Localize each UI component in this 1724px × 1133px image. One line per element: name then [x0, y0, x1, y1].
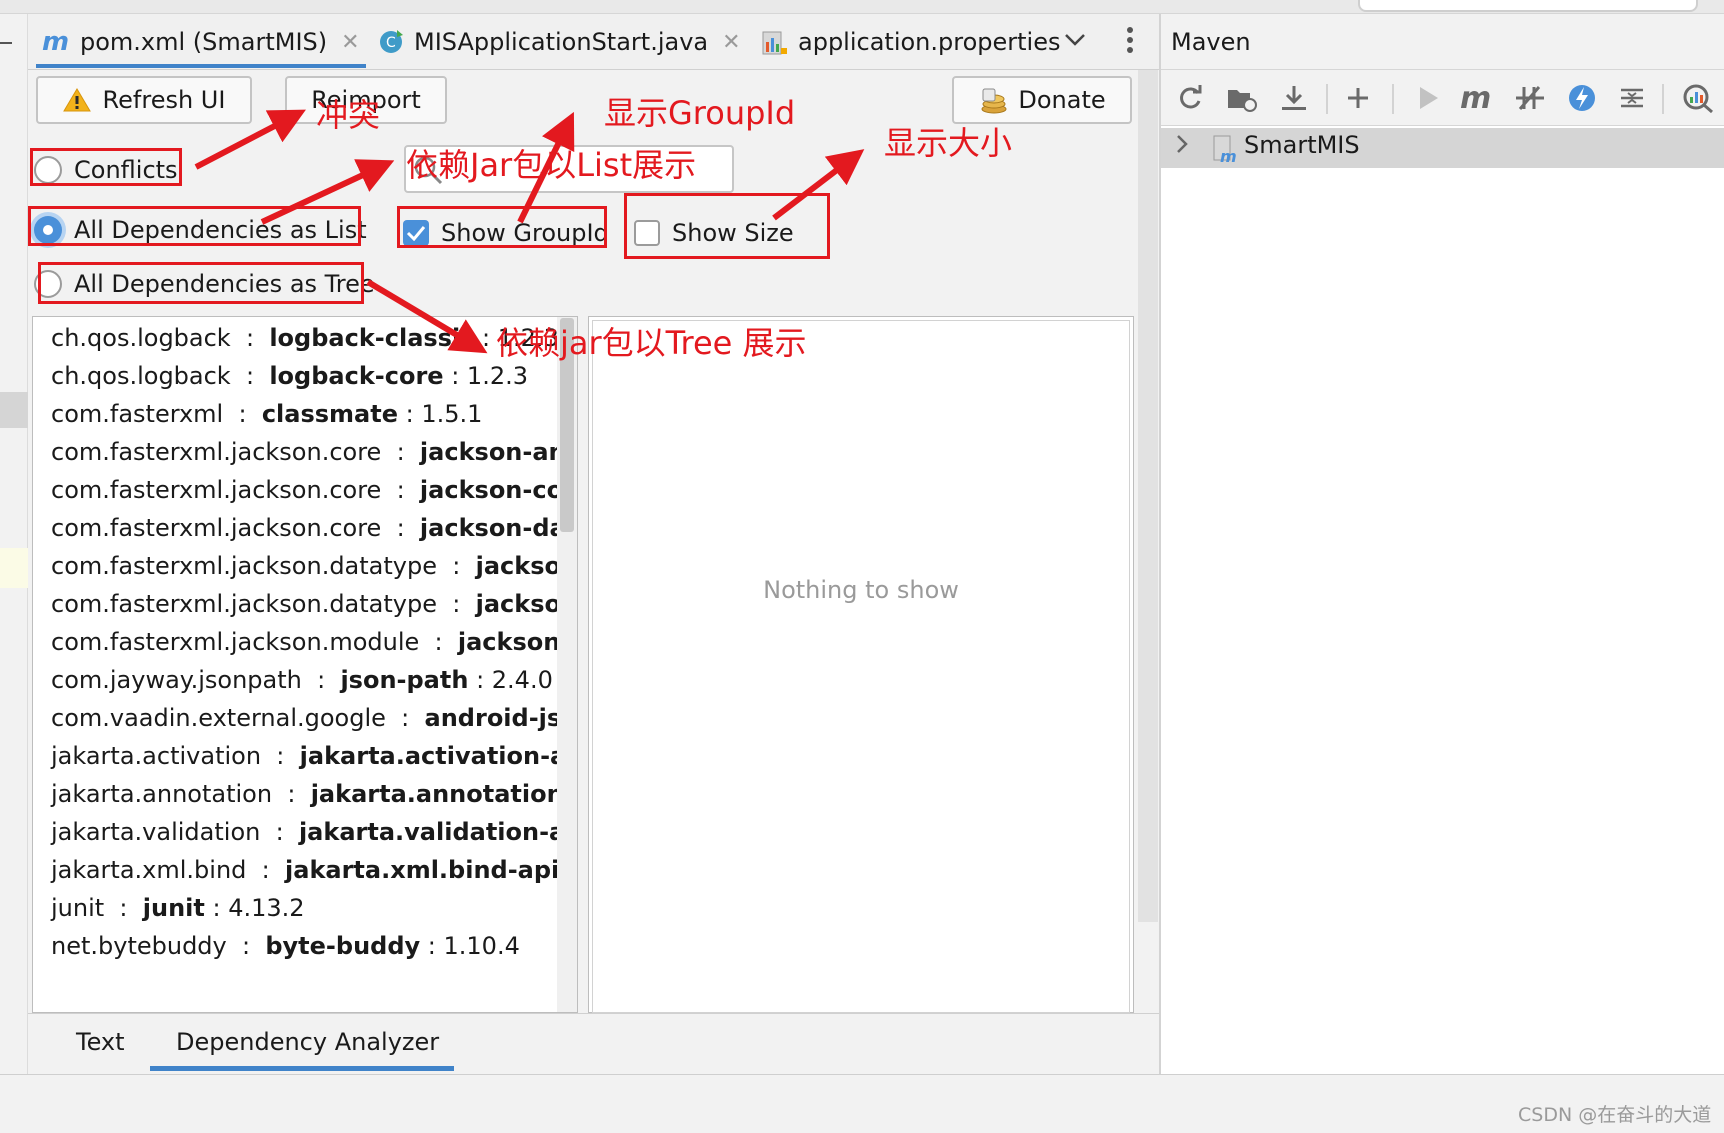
annotation-tree: 依赖jar包以Tree 展示: [496, 324, 807, 362]
annotation-arrow: [194, 109, 306, 170]
annotation-arrow: [772, 149, 865, 221]
annotation-arrows: [194, 109, 865, 354]
annotation-conflict: 冲突: [316, 96, 381, 134]
annotation-arrow: [260, 159, 395, 225]
annotation-size: 显示大小: [884, 124, 1013, 162]
annotation-groupid: 显示GroupId: [604, 94, 796, 132]
annotation-list: 依赖Jar包以List展示: [406, 146, 697, 184]
annotation-arrow: [366, 279, 488, 354]
